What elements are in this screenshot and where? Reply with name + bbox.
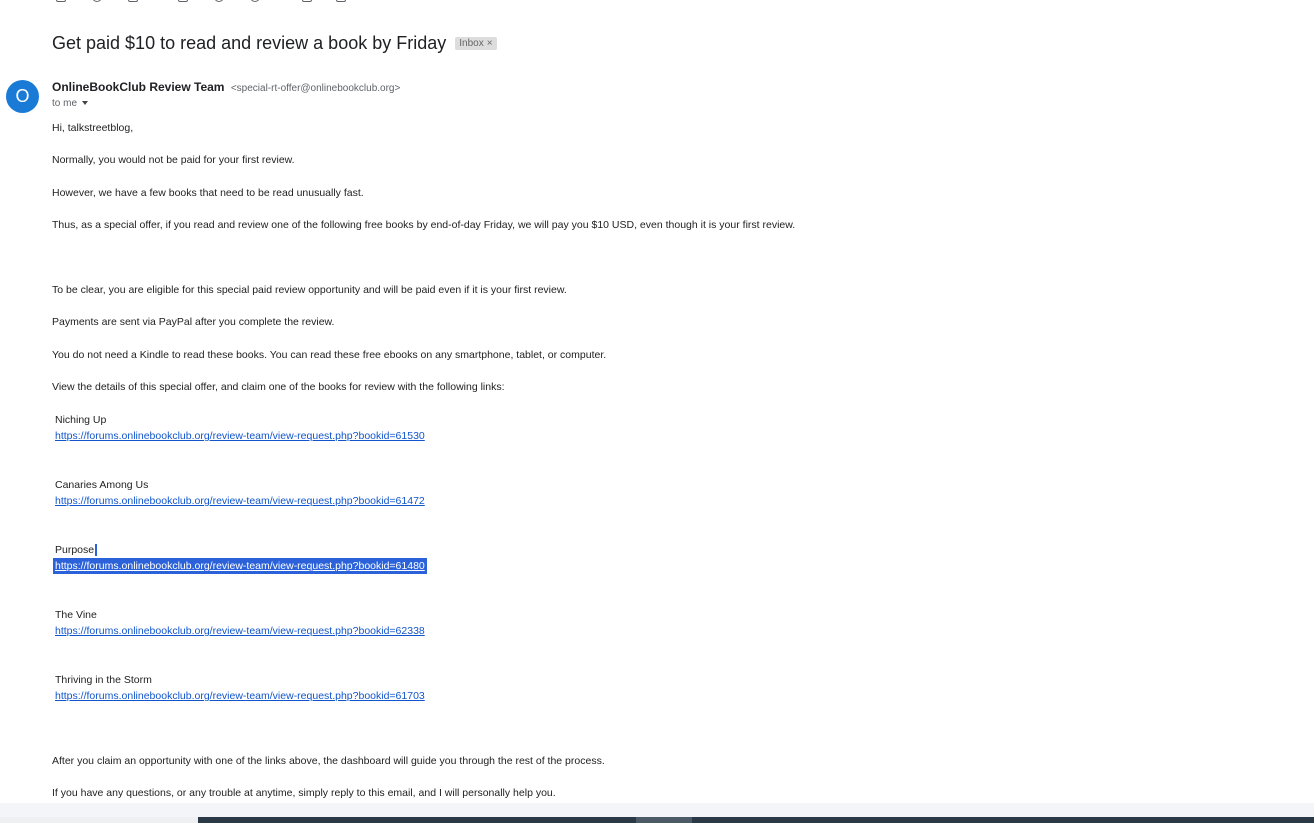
snooze-icon[interactable] [214,0,224,2]
recipient-label: to me [52,98,78,109]
book-title: Thriving in the Storm [55,674,152,686]
book-title: Niching Up [55,414,107,426]
horizontal-scrollbar[interactable] [0,803,1314,817]
book-review-link[interactable]: https://forums.onlinebookclub.org/review… [55,625,425,637]
book-review-link[interactable]: https://forums.onlinebookclub.org/review… [55,430,425,442]
sender-email: <special-rt-offer@onlinebookclub.org> [230,83,401,94]
book-review-link[interactable]: https://forums.onlinebookclub.org/review… [55,495,425,507]
book-title-selected: Purpose [55,544,98,557]
move-to-icon[interactable] [302,0,312,2]
taskbar-start-area[interactable] [0,817,198,823]
body-paragraph: To be clear, you are eligible for this s… [52,284,567,296]
text-cursor [95,544,98,557]
body-paragraph: If you have any questions, or any troubl… [52,787,556,799]
body-paragraph: After you claim an opportunity with one … [52,755,605,767]
label-icon[interactable] [336,0,346,2]
delete-icon[interactable] [128,0,138,2]
chevron-down-icon[interactable] [82,101,89,106]
body-paragraph: View the details of this special offer, … [52,381,505,393]
sender-line: OnlineBookClub Review Team <special-rt-o… [52,80,400,94]
book-review-link-selected[interactable]: https://forums.onlinebookclub.org/review… [53,558,427,574]
remove-label-icon[interactable]: × [487,38,493,49]
taskbar [0,817,1314,823]
inbox-label-badge[interactable]: Inbox × [455,37,497,50]
book-title: Canaries Among Us [55,479,149,491]
body-paragraph: Normally, you would not be paid for your… [52,154,295,166]
inbox-label-text: Inbox [459,38,484,49]
sender-avatar[interactable]: O [6,80,39,113]
body-paragraph: Thus, as a special offer, if you read an… [52,219,796,231]
archive-icon[interactable] [56,0,66,2]
taskbar-active-app[interactable] [636,817,692,823]
book-title-text: Purpose [55,544,95,556]
book-review-link[interactable]: https://forums.onlinebookclub.org/review… [55,690,425,702]
message-toolbar [0,0,420,6]
add-task-icon[interactable] [250,0,260,2]
body-paragraph: Payments are sent via PayPal after you c… [52,316,335,328]
email-subject: Get paid $10 to read and review a book b… [52,33,447,53]
greeting: Hi, talkstreetblog, [52,122,134,134]
book-title: The Vine [55,609,97,621]
body-paragraph: However, we have a few books that need t… [52,187,364,199]
subject-row: Get paid $10 to read and review a book b… [52,33,497,54]
sender-name[interactable]: OnlineBookClub Review Team [52,80,224,94]
recipient-details-toggle[interactable]: to me [52,98,89,109]
report-spam-icon[interactable] [92,0,102,2]
body-paragraph: You do not need a Kindle to read these b… [52,349,607,361]
mark-unread-icon[interactable] [178,0,188,2]
